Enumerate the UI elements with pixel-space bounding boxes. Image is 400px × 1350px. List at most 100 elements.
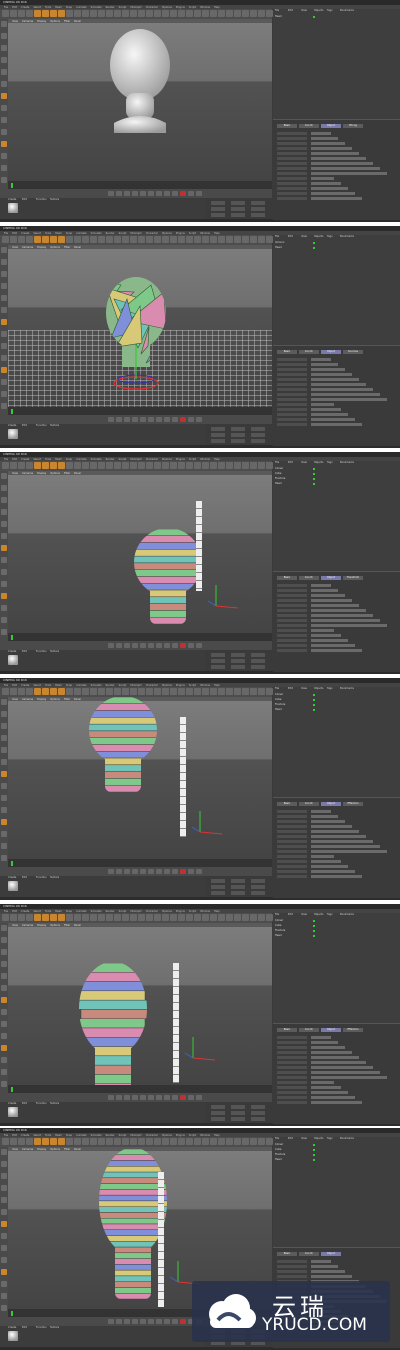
object-menu-item[interactable]: Objects: [314, 913, 323, 917]
toolbar-tool-icon[interactable]: [42, 236, 49, 243]
attribute-field[interactable]: [311, 860, 341, 863]
toolbar-tool-icon[interactable]: [74, 1138, 81, 1145]
object-menu-item[interactable]: Tags: [327, 235, 333, 239]
material-swatch[interactable]: [8, 203, 18, 213]
toolbar-tool-icon[interactable]: [10, 462, 17, 469]
playback-button[interactable]: [108, 417, 114, 422]
toolbar-tool-icon[interactable]: [218, 914, 225, 921]
object-menu-item[interactable]: View: [301, 1137, 307, 1141]
coordinate-field[interactable]: [231, 665, 245, 669]
mode-tool-icon[interactable]: [1, 93, 7, 99]
toolbar-tool-icon[interactable]: [42, 10, 49, 17]
toolbar-tool-icon[interactable]: [90, 462, 97, 469]
mode-tool-icon[interactable]: [1, 961, 7, 967]
toolbar-tool-icon[interactable]: [226, 688, 233, 695]
attribute-field[interactable]: [311, 589, 338, 592]
playback-button[interactable]: [156, 191, 162, 196]
viewport-menu-item[interactable]: View: [12, 472, 18, 475]
playback-button[interactable]: [188, 1095, 194, 1100]
sliced-head-model[interactable]: [88, 1148, 178, 1309]
toolbar-tool-icon[interactable]: [18, 10, 25, 17]
object-menu-item[interactable]: File: [275, 461, 279, 465]
playback-button[interactable]: [180, 1319, 186, 1324]
mode-tool-icon[interactable]: [1, 1021, 7, 1027]
coordinate-field[interactable]: [211, 665, 225, 669]
attribute-field[interactable]: [311, 393, 380, 396]
toolbar-tool-icon[interactable]: [210, 914, 217, 921]
attribute-field[interactable]: [311, 594, 345, 597]
toolbar-tool-icon[interactable]: [242, 236, 249, 243]
playback-button[interactable]: [108, 1095, 114, 1100]
toolbar-tool-icon[interactable]: [242, 10, 249, 17]
attribute-tab[interactable]: Object: [321, 1028, 341, 1032]
toolbar-tool-icon[interactable]: [2, 1138, 9, 1145]
toolbar-tool-icon[interactable]: [138, 914, 145, 921]
viewport-menu-item[interactable]: View: [12, 20, 18, 23]
toolbar-tool-icon[interactable]: [210, 10, 217, 17]
object-menu-item[interactable]: Edit: [288, 461, 293, 465]
timeline-ruler[interactable]: [8, 407, 272, 415]
coordinate-field[interactable]: [211, 891, 225, 895]
toolbar-tool-icon[interactable]: [202, 914, 209, 921]
toolbar-tool-icon[interactable]: [114, 1138, 121, 1145]
3d-viewport[interactable]: View Cameras Display Options Filter Panel: [8, 697, 272, 859]
playback-button[interactable]: [172, 869, 178, 874]
mode-tool-icon[interactable]: [1, 1245, 7, 1251]
attribute-field[interactable]: [311, 1071, 380, 1074]
toolbar-tool-icon[interactable]: [186, 236, 193, 243]
visibility-check-icon[interactable]: [313, 704, 315, 706]
toolbar-tool-icon[interactable]: [114, 462, 121, 469]
toolbar-tool-icon[interactable]: [90, 688, 97, 695]
mode-tool-icon[interactable]: [1, 1149, 7, 1155]
toolbar-tool-icon[interactable]: [10, 10, 17, 17]
coordinate-field[interactable]: [251, 439, 265, 443]
attribute-tab[interactable]: Effectors: [343, 1028, 363, 1032]
toolbar-tool-icon[interactable]: [58, 462, 65, 469]
toolbar-tool-icon[interactable]: [82, 914, 89, 921]
toolbar-tool-icon[interactable]: [50, 462, 57, 469]
object-menu-item[interactable]: View: [301, 461, 307, 465]
playback-button[interactable]: [196, 191, 202, 196]
toolbar-tool-icon[interactable]: [34, 1138, 41, 1145]
viewport-menu-item[interactable]: Panel: [74, 924, 81, 927]
playback-button[interactable]: [188, 191, 194, 196]
coordinate-field[interactable]: [251, 665, 265, 669]
toolbar-tool-icon[interactable]: [186, 1138, 193, 1145]
mode-tool-icon[interactable]: [1, 81, 7, 87]
toolbar-tool-icon[interactable]: [130, 462, 137, 469]
playback-button[interactable]: [188, 417, 194, 422]
object-menu-item[interactable]: Edit: [288, 687, 293, 691]
toolbar-tool-icon[interactable]: [34, 914, 41, 921]
3d-viewport[interactable]: View Cameras Display Options Filter Panel: [8, 471, 272, 633]
toolbar-tool-icon[interactable]: [138, 462, 145, 469]
attribute-field[interactable]: [311, 1096, 355, 1099]
toolbar-tool-icon[interactable]: [66, 688, 73, 695]
toolbar-tool-icon[interactable]: [74, 688, 81, 695]
timeline-ruler[interactable]: [8, 181, 272, 189]
attribute-field[interactable]: [311, 1101, 362, 1104]
coordinate-field[interactable]: [231, 433, 245, 437]
attribute-field[interactable]: [311, 1265, 338, 1268]
toolbar-tool-icon[interactable]: [66, 462, 73, 469]
material-swatch[interactable]: [8, 655, 18, 665]
playback-button[interactable]: [188, 869, 194, 874]
mode-tool-icon[interactable]: [1, 855, 7, 861]
toolbar-tool-icon[interactable]: [242, 914, 249, 921]
attribute-field[interactable]: [311, 172, 387, 175]
visibility-check-icon[interactable]: [313, 925, 315, 927]
attribute-field[interactable]: [311, 368, 345, 371]
toolbar-tool-icon[interactable]: [178, 1138, 185, 1145]
object-list-item[interactable]: Head: [275, 708, 335, 712]
toolbar-tool-icon[interactable]: [242, 688, 249, 695]
viewport-menu-item[interactable]: Panel: [74, 246, 81, 249]
mode-tool-icon[interactable]: [1, 177, 7, 183]
material-menu-item[interactable]: Texture: [50, 1102, 59, 1106]
object-menu-item[interactable]: Bookmarks: [340, 461, 354, 465]
playback-button[interactable]: [180, 1095, 186, 1100]
attribute-field[interactable]: [311, 1076, 387, 1079]
toolbar-tool-icon[interactable]: [58, 236, 65, 243]
attribute-field[interactable]: [311, 1051, 352, 1054]
attribute-field[interactable]: [311, 403, 334, 406]
toolbar-tool-icon[interactable]: [82, 236, 89, 243]
material-menu-item[interactable]: Create: [8, 1102, 16, 1106]
